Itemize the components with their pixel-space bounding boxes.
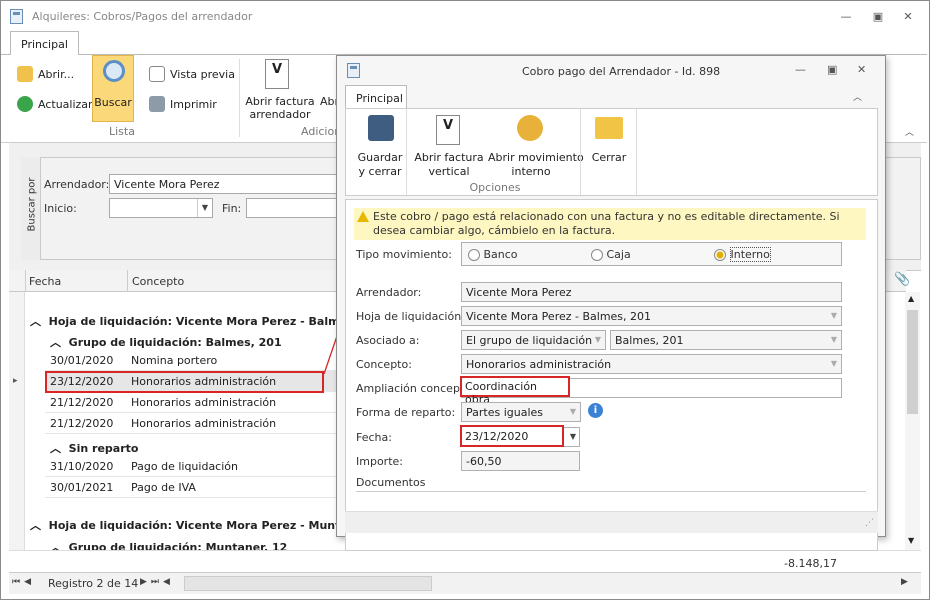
movimiento-label-1: Abrir movimiento [488,151,584,164]
radio-caja-label: Caja [606,248,631,261]
radio-banco-label: Banco [483,248,518,261]
save-icon [368,115,394,141]
info-icon[interactable]: i [588,403,603,418]
asociado-grupo-combo[interactable]: Balmes, 201 ▼ [610,330,842,350]
hoja-liquidacion-value: Vicente Mora Perez - Balmes, 201 [466,310,652,323]
arrendador-field[interactable]: Vicente Mora Perez [461,282,842,302]
dialog-maximize-button[interactable]: ▣ [827,63,837,76]
resize-grip-icon[interactable]: ⋰ [865,518,874,528]
abrir-movimiento-interno-button[interactable]: Abrir movimiento interno [488,113,584,178]
cobro-pago-dialog: Cobro pago del Arrendador - Id. 898 — ▣ … [336,55,886,551]
warning-icon [357,211,369,222]
cerrar-label: Cerrar [591,151,627,164]
dialog-collapse-icon[interactable]: ︿ [853,90,862,103]
group-opciones-label: Opciones [469,181,521,194]
ampliacion-concepto-value: Coordinación obra [460,376,570,406]
factura-label-1: Abrir factura [414,151,484,164]
asociado-grupo-value: Balmes, 201 [615,334,684,347]
dialog-close-button[interactable]: ✕ [857,63,866,76]
ampliacion-concepto-label: Ampliación concepto: [356,382,475,395]
chevron-down-icon: ▼ [830,359,837,368]
dialog-ribbon-separator [406,109,407,195]
chevron-down-icon: ▼ [830,311,837,320]
chevron-down-icon: ▼ [569,407,576,416]
hoja-liquidacion-label: Hoja de liquidación: [356,310,465,323]
abrir-factura-vertical-button[interactable]: V Abrir factura vertical [414,113,484,178]
dialog-tab-principal[interactable]: Principal [345,85,407,109]
guardar-cerrar-button[interactable]: Guardar y cerrar [350,113,412,178]
dialog-ribbon-separator [580,109,581,195]
importe-field[interactable]: -60,50 [461,451,580,471]
chevron-down-icon: ▼ [594,335,601,344]
cerrar-button[interactable]: Cerrar [584,113,634,177]
exchange-icon [517,115,543,141]
concepto-label: Concepto: [356,358,412,371]
calculator-icon [347,63,360,78]
forma-reparto-label: Forma de reparto: [356,406,456,419]
dialog-minimize-button[interactable]: — [795,63,806,76]
radio-banco[interactable]: Banco [468,248,518,261]
forma-reparto-value: Partes iguales [466,406,544,419]
exit-folder-icon [595,117,623,139]
radio-caja[interactable]: Caja [591,248,631,261]
hoja-liquidacion-combo[interactable]: Vicente Mora Perez - Balmes, 201 ▼ [461,306,842,326]
dialog-ribbon: Guardar y cerrar V Abrir factura vertica… [345,108,878,196]
chevron-down-icon[interactable]: ▼ [570,432,576,441]
fecha-label: Fecha: [356,431,392,444]
importe-label: Importe: [356,455,403,468]
asociado-value: El grupo de liquidación [466,334,593,347]
documentos-label: Documentos [356,476,426,489]
movimiento-label-2: interno [511,165,551,178]
warning-banner: Este cobro / pago está relacionado con u… [354,208,866,240]
invoice-icon: V [436,115,460,145]
asociado-label: Asociado a: [356,334,420,347]
tipo-movimiento-label: Tipo movimiento: [356,248,452,261]
radio-button [468,249,480,261]
tipo-movimiento-group: Banco Caja Interno [461,242,842,266]
chevron-down-icon: ▼ [830,335,837,344]
concepto-value: Honorarios administración [466,358,612,371]
guardar-label-2: y cerrar [358,165,402,178]
guardar-label-1: Guardar [357,151,403,164]
radio-interno-label: Interno [729,247,771,262]
dialog-title: Cobro pago del Arrendador - Id. 898 [522,65,721,78]
fecha-value: 23/12/2020 [460,425,564,447]
radio-button-selected [714,249,726,261]
asociado-combo[interactable]: El grupo de liquidación ▼ [461,330,606,350]
factura-label-2: vertical [428,165,470,178]
arrendador-label: Arrendador: [356,286,422,299]
warning-text: Este cobro / pago está relacionado con u… [373,210,840,237]
dialog-ribbon-separator [636,109,637,195]
concepto-combo[interactable]: Honorarios administración ▼ [461,354,842,374]
radio-button [591,249,603,261]
forma-reparto-combo[interactable]: Partes iguales ▼ [461,402,581,422]
radio-interno[interactable]: Interno [714,247,771,262]
documentos-divider [356,491,866,492]
dialog-statusbar: ⋰ [345,511,878,533]
